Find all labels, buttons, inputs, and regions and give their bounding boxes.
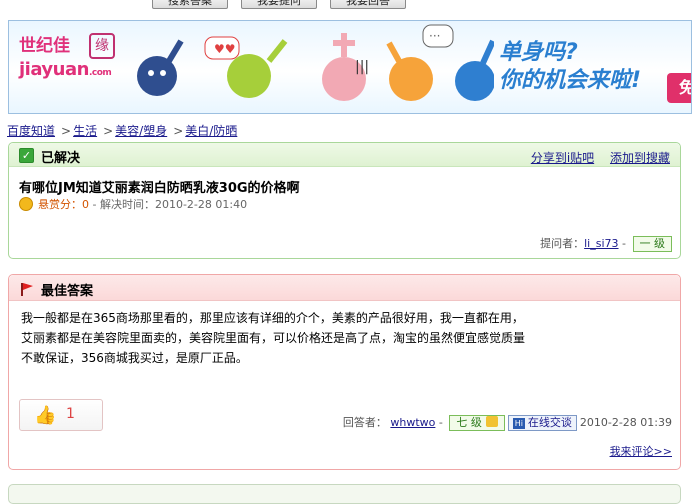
best-answer-header: 最佳答案 xyxy=(9,275,680,301)
add-to-favorites-link[interactable]: 添加到搜藏 xyxy=(610,151,670,165)
answerer-level-badge: 七 级 xyxy=(449,415,505,431)
jiayuan-logo: 世纪佳 缘 jiayuan.com xyxy=(17,29,117,89)
question-header: ✓ 已解决 分享到i贴吧 添加到搜藏 xyxy=(9,143,680,167)
add-comment-link[interactable]: 我来评论>> xyxy=(610,445,672,458)
medal-icon xyxy=(485,416,498,427)
question-title: 有哪位JM知道艾丽素润白防晒乳液30G的价格啊 xyxy=(19,181,300,196)
share-to-tieba-link[interactable]: 分享到i贴吧 xyxy=(531,151,594,165)
breadcrumb-baidu-zhidao[interactable]: 百度知道 xyxy=(7,124,55,138)
ad-banner[interactable]: 世纪佳 缘 jiayuan.com ♥♥ ||| ··· 单身吗? 你的机会来啦… xyxy=(8,20,692,114)
breadcrumb-life[interactable]: 生活 xyxy=(73,124,97,138)
asker-level-badge: 一 级 xyxy=(632,236,672,252)
svg-text:♥♥: ♥♥ xyxy=(214,42,236,56)
logo-mark: 缘 xyxy=(89,33,115,59)
checkmark-icon: ✓ xyxy=(19,148,34,163)
banner-slogan: 单身吗? 你的机会来啦! xyxy=(499,39,641,95)
answer-line: 不敢保证，356商城我买过，是原厂正品。 xyxy=(21,351,248,365)
question-meta: 悬赏分：0 - 解决时间：2010-2-28 01:40 xyxy=(19,196,247,212)
answerer-name-link[interactable]: whwtwo xyxy=(390,416,435,429)
ask-question-button[interactable]: 我要提问 xyxy=(241,0,317,9)
answer-line: 我一般都是在365商场那里看的，那里应该有详细的介个，美素的产品很好用，我一直都… xyxy=(21,311,524,325)
asker-name-link[interactable]: li_si73 xyxy=(584,237,618,250)
breadcrumb-whitening[interactable]: 美白/防晒 xyxy=(185,124,237,138)
thumbs-up-icon: 👍 xyxy=(34,405,57,426)
breadcrumb-separator: > xyxy=(173,124,184,138)
answer-content: 我一般都是在365商场那里看的，那里应该有详细的介个，美素的产品很好用，我一直都… xyxy=(21,308,661,368)
flag-icon xyxy=(21,283,33,296)
female-symbol-icon xyxy=(227,54,271,98)
question-actions: 分享到i贴吧 添加到搜藏 xyxy=(519,149,670,166)
like-count: 1 xyxy=(66,406,75,422)
coin-icon xyxy=(19,197,33,211)
banner-illustration: ♥♥ ||| ··· xyxy=(137,24,494,101)
logo-chinese-text: 世纪佳 xyxy=(19,36,70,56)
resolved-time: - 解决时间：2010-2-28 01:40 xyxy=(89,198,248,211)
answerer-label: 回答者： xyxy=(342,416,387,429)
breadcrumb-separator: > xyxy=(61,124,72,138)
breadcrumb: 百度知道 > 生活 > 美容/塑身 > 美白/防晒 xyxy=(7,122,237,139)
answerer-info: 回答者： whwtwo - 七 级 Hi 在线交谈 2010-2-28 01:39 xyxy=(342,415,672,431)
slogan-line-1: 单身吗? xyxy=(499,40,578,65)
banner-cta-button[interactable]: 免 xyxy=(667,73,691,103)
answer-time: 2010-2-28 01:39 xyxy=(579,416,672,429)
online-chat-button[interactable]: Hi 在线交谈 xyxy=(507,415,577,431)
svg-text:···: ··· xyxy=(429,29,440,43)
breadcrumb-separator: > xyxy=(103,124,114,138)
best-answer-box: 最佳答案 我一般都是在365商场那里看的，那里应该有详细的介个，美素的产品很好用… xyxy=(8,274,681,470)
breadcrumb-beauty[interactable]: 美容/塑身 xyxy=(115,124,167,138)
next-section-box xyxy=(8,484,681,504)
answer-line: 艾丽素都是在美容院里面卖的，美容院里面有，可以价格还是高了点，淘宝的虽然便宜感觉… xyxy=(21,331,526,345)
search-answer-button[interactable]: 搜索答案 xyxy=(152,0,228,9)
question-box: ✓ 已解决 分享到i贴吧 添加到搜藏 有哪位JM知道艾丽素润白防晒乳液30G的价… xyxy=(8,142,681,259)
reward-points: 悬赏分：0 xyxy=(38,198,89,211)
asker-label: 提问者： xyxy=(540,237,585,250)
top-toolbar: 搜索答案 我要提问 我要回答 xyxy=(0,0,692,12)
slogan-line-2: 你的机会来啦! xyxy=(499,68,642,93)
best-answer-title: 最佳答案 xyxy=(41,284,94,299)
svg-text:|||: ||| xyxy=(355,59,369,75)
hi-messenger-icon: Hi xyxy=(512,418,525,429)
comment-link-wrap: 我来评论>> xyxy=(610,443,672,459)
answer-question-button[interactable]: 我要回答 xyxy=(330,0,406,9)
logo-english-text: jiayuan.com xyxy=(19,59,112,80)
like-button[interactable]: 👍 1 xyxy=(19,399,103,431)
solved-status: 已解决 xyxy=(41,151,81,166)
asker-info: 提问者：li_si73 - 一 级 xyxy=(540,235,672,252)
